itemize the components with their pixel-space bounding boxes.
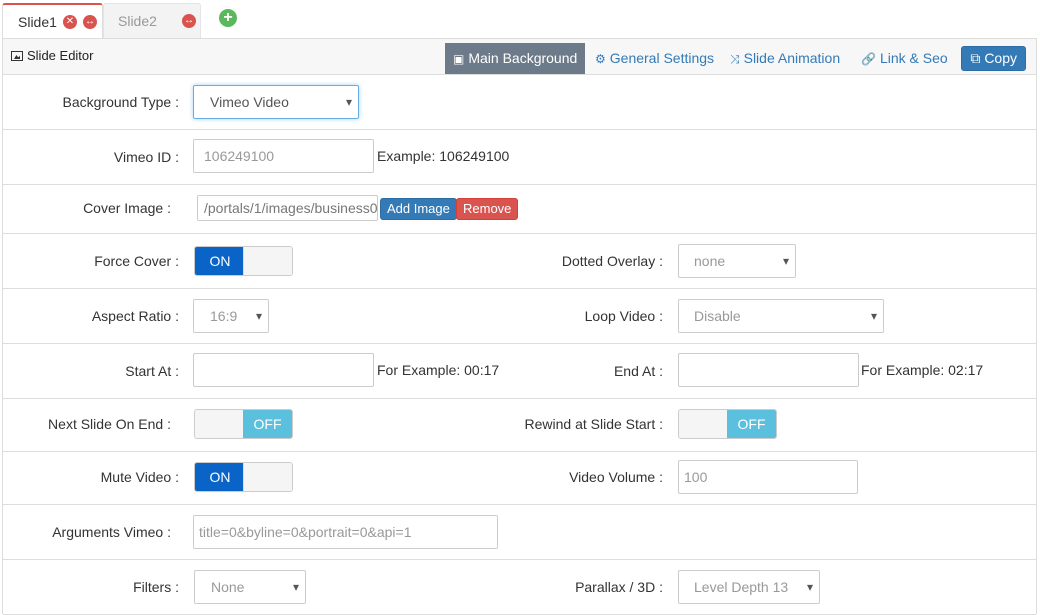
panel-title: Slide Editor xyxy=(11,48,93,63)
copy-button[interactable]: ⧉ Copy xyxy=(961,46,1026,71)
vimeo-id-placeholder: 106249100 xyxy=(204,148,275,164)
vimeo-id-label: Vimeo ID : xyxy=(113,149,179,165)
video-volume-input[interactable]: 100 xyxy=(678,460,858,494)
parallax-select[interactable]: Level Depth 13 xyxy=(678,570,820,604)
cover-image-label: Cover Image : xyxy=(83,200,171,216)
picture-icon: ▣ xyxy=(453,52,465,66)
dotted-overlay-value: none xyxy=(694,253,726,269)
toggle-knob xyxy=(243,247,292,275)
end-at-label: End At : xyxy=(613,363,663,379)
row-background-type: Background Type : Vimeo Video xyxy=(3,75,1036,130)
add-image-button[interactable]: Add Image xyxy=(380,198,457,220)
aspect-ratio-label: Aspect Ratio : xyxy=(91,308,179,324)
swap-icon[interactable]: ↔ xyxy=(182,14,196,28)
next-slide-label: Next Slide On End : xyxy=(48,416,171,432)
loop-video-value: Disable xyxy=(694,308,741,324)
close-icon[interactable]: ✕ xyxy=(63,15,77,29)
copy-icon: ⧉ xyxy=(970,50,981,66)
force-cover-label: Force Cover : xyxy=(94,253,179,269)
row-next-slide: Next Slide On End : OFF Rewind at Slide … xyxy=(3,399,1036,452)
vimeo-id-input[interactable]: 106249100 xyxy=(193,139,374,173)
gear-icon: ⚙ xyxy=(595,52,606,66)
row-mute-video: Mute Video : ON Video Volume : 100 xyxy=(3,452,1036,505)
row-cover-image: Cover Image : /portals/1/images/business… xyxy=(3,185,1036,234)
remove-image-button[interactable]: Remove xyxy=(456,198,519,220)
arguments-vimeo-value: title=0&byline=0&portrait=0&api=1 xyxy=(199,524,412,540)
tab-label: Slide2 xyxy=(118,13,157,29)
toggle-knob xyxy=(195,410,245,438)
toggle-on-label: ON xyxy=(195,247,245,275)
tab-slide1[interactable]: Slide1 ✕ ↔ xyxy=(2,3,103,39)
row-force-cover: Force Cover : ON Dotted Overlay : none xyxy=(3,234,1036,289)
toggle-off-label: OFF xyxy=(243,410,292,438)
start-at-input[interactable] xyxy=(193,353,374,387)
filters-value: None xyxy=(211,579,245,595)
link-seo-label: Link & Seo xyxy=(879,50,948,66)
loop-video-label: Loop Video : xyxy=(584,308,663,324)
filters-label: Filters : xyxy=(133,579,179,595)
general-settings-button[interactable]: ⚙ General Settings xyxy=(587,43,722,73)
mute-video-label: Mute Video : xyxy=(100,469,179,485)
arguments-vimeo-input[interactable]: title=0&byline=0&portrait=0&api=1 xyxy=(193,515,498,549)
general-settings-label: General Settings xyxy=(609,50,715,66)
cover-image-path: /portals/1/images/business0 xyxy=(204,200,378,216)
toggle-knob xyxy=(243,463,292,491)
image-icon xyxy=(11,51,23,61)
row-filters: Filters : None Parallax / 3D : Level Dep… xyxy=(3,560,1036,615)
video-volume-label: Video Volume : xyxy=(569,469,663,485)
dotted-overlay-select[interactable]: none xyxy=(678,244,796,278)
end-at-input[interactable] xyxy=(678,353,859,387)
background-type-value: Vimeo Video xyxy=(210,94,289,110)
slide-tabs: Slide1 ✕ ↔ Slide2 ↔ + xyxy=(0,0,1040,39)
main-background-button[interactable]: ▣ Main Background xyxy=(445,43,586,74)
link-icon: 🔗 xyxy=(861,52,876,66)
background-type-label: Background Type : xyxy=(62,94,179,110)
link-seo-button[interactable]: 🔗 Link & Seo xyxy=(853,43,956,73)
arguments-vimeo-label: Arguments Vimeo : xyxy=(52,524,171,540)
aspect-ratio-select[interactable]: 16:9 xyxy=(193,299,269,333)
row-start-end: Start At : For Example: 00:17 End At : F… xyxy=(3,344,1036,399)
swap-icon[interactable]: ↔ xyxy=(83,15,97,29)
vimeo-id-hint: Example: 106249100 xyxy=(377,148,510,164)
rewind-toggle[interactable]: OFF xyxy=(678,409,777,439)
toggle-knob xyxy=(679,410,729,438)
toggle-off-label: OFF xyxy=(727,410,776,438)
row-vimeo-id: Vimeo ID : 106249100 Example: 106249100 xyxy=(3,130,1036,185)
aspect-ratio-value: 16:9 xyxy=(210,308,238,324)
filters-select[interactable]: None xyxy=(194,570,306,604)
slide-animation-button[interactable]: ⤨ Slide Animation xyxy=(722,43,848,73)
background-type-select[interactable]: Vimeo Video xyxy=(193,85,359,119)
row-aspect-ratio: Aspect Ratio : 16:9 Loop Video : Disable xyxy=(3,289,1036,344)
slide-editor-panel: Slide Editor ▣ Main Background ⚙ General S… xyxy=(2,38,1037,615)
main-background-label: Main Background xyxy=(468,50,578,66)
start-at-label: Start At : xyxy=(125,363,179,379)
add-slide-icon[interactable]: + xyxy=(219,9,237,27)
cover-image-path-input[interactable]: /portals/1/images/business0 xyxy=(197,195,378,221)
start-at-hint: For Example: 00:17 xyxy=(377,362,500,378)
video-volume-placeholder: 100 xyxy=(684,469,708,485)
copy-label: Copy xyxy=(984,50,1017,66)
panel-title-text: Slide Editor xyxy=(27,48,94,63)
toggle-on-label: ON xyxy=(195,463,245,491)
force-cover-toggle[interactable]: ON xyxy=(194,246,293,276)
end-at-hint: For Example: 02:17 xyxy=(861,362,984,378)
dotted-overlay-label: Dotted Overlay : xyxy=(561,253,663,269)
slide-animation-label: Slide Animation xyxy=(743,50,841,66)
tab-slide2[interactable]: Slide2 ↔ xyxy=(103,3,201,39)
next-slide-toggle[interactable]: OFF xyxy=(194,409,293,439)
panel-header: Slide Editor ▣ Main Background ⚙ General S… xyxy=(3,39,1036,75)
mute-video-toggle[interactable]: ON xyxy=(194,462,293,492)
parallax-value: Level Depth 13 xyxy=(694,579,789,595)
tab-label: Slide1 xyxy=(18,14,57,30)
parallax-label: Parallax / 3D : xyxy=(575,579,663,595)
loop-video-select[interactable]: Disable xyxy=(678,299,884,333)
rewind-label: Rewind at Slide Start : xyxy=(524,416,663,432)
row-arguments-vimeo: Arguments Vimeo : title=0&byline=0&portr… xyxy=(3,505,1036,560)
shuffle-icon: ⤨ xyxy=(730,52,740,66)
